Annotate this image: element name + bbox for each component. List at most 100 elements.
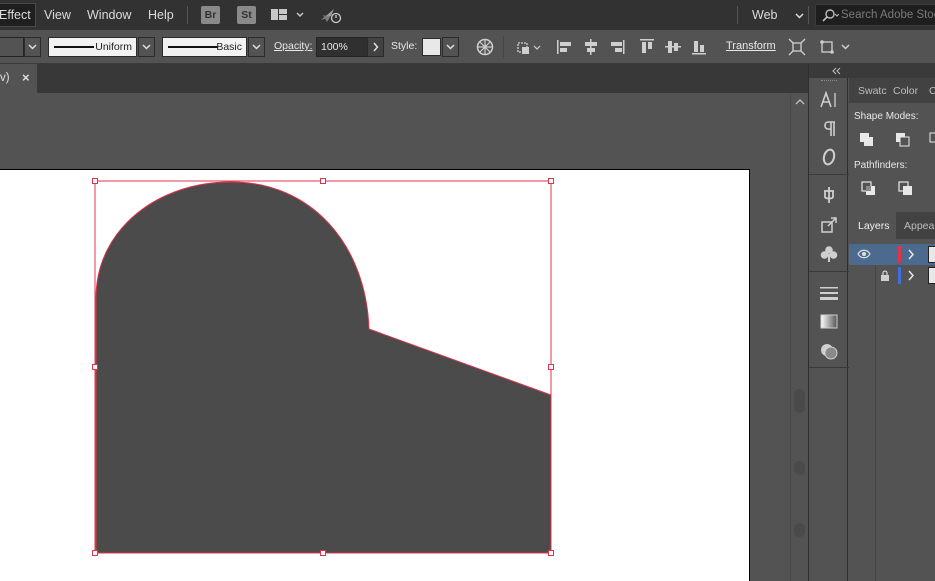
- minus-front-icon: [896, 133, 910, 147]
- dock-header[interactable]: [809, 64, 849, 78]
- trim-button[interactable]: [898, 181, 914, 197]
- transform-link[interactable]: Transform: [726, 40, 776, 52]
- unite-button[interactable]: [859, 132, 875, 148]
- paragraph-panel-button[interactable]: [819, 119, 839, 139]
- stroke-weight-dropdown[interactable]: [24, 37, 41, 57]
- tab-swatches[interactable]: Swatc: [858, 85, 887, 97]
- opacity-label[interactable]: Opacity:: [274, 40, 313, 52]
- dock-grip[interactable]: [821, 80, 837, 82]
- chevron-right-icon[interactable]: [907, 249, 915, 260]
- variable-width-profile[interactable]: Uniform: [48, 37, 137, 57]
- opentype-icon: [822, 148, 836, 166]
- layer-color-swatch: [898, 246, 901, 263]
- gpu-performance-button[interactable]: [318, 6, 344, 24]
- scrollbar-track-mark: [794, 461, 805, 475]
- layers-panel-tabs: Layers Appear: [849, 212, 935, 239]
- handle-top-center: [320, 178, 326, 184]
- pathfinder-panel-tabs: Swatc Color C: [849, 78, 935, 103]
- opentype-panel-button[interactable]: [819, 147, 839, 167]
- graphic-style-dropdown[interactable]: [442, 37, 459, 57]
- menu-bar: Effect View Window Help Br St Web Search…: [0, 0, 935, 30]
- chevron-down-icon: [795, 0, 804, 30]
- dock-separator: [809, 271, 849, 272]
- tab-appearance[interactable]: Appear: [904, 220, 935, 232]
- align-bottom-button[interactable]: [690, 38, 708, 56]
- transparency-panel-button[interactable]: [819, 341, 839, 361]
- gradient-icon: [820, 314, 838, 329]
- tab-color[interactable]: Color: [893, 85, 918, 97]
- handle-top-right: [548, 178, 554, 184]
- stroke-icon: [820, 287, 838, 300]
- menu-separator: [808, 6, 809, 24]
- chevron-right-icon[interactable]: [907, 270, 915, 281]
- document-tab-bar: v) ×: [0, 64, 808, 93]
- arrange-documents-button[interactable]: [270, 8, 306, 22]
- puppet-warp-button[interactable]: [818, 38, 852, 56]
- menu-effect[interactable]: Effect: [0, 3, 36, 27]
- align-to-button[interactable]: [514, 38, 542, 56]
- scrollbar-thumb[interactable]: [794, 389, 805, 413]
- align-top-button[interactable]: [638, 38, 656, 56]
- align-bottom-icon: [692, 41, 706, 55]
- symbols-panel-button[interactable]: [819, 244, 839, 264]
- bridge-button[interactable]: Br: [201, 6, 220, 24]
- align-horizontal-center-button[interactable]: [582, 38, 600, 56]
- stock-button[interactable]: St: [237, 6, 256, 24]
- align-left-button[interactable]: [556, 38, 574, 56]
- close-icon[interactable]: ×: [22, 70, 30, 85]
- scroll-up-icon[interactable]: [795, 98, 805, 105]
- brush-definition[interactable]: Basic: [162, 37, 247, 57]
- align-right-button[interactable]: [608, 38, 626, 56]
- menu-separator: [187, 6, 188, 24]
- opacity-stepper[interactable]: [367, 37, 384, 57]
- gradient-panel-button[interactable]: [819, 312, 839, 332]
- menu-help[interactable]: Help: [148, 0, 174, 30]
- rocket-icon: [321, 9, 342, 24]
- align-right-icon: [611, 40, 625, 54]
- opacity-field[interactable]: 100%: [316, 37, 368, 57]
- pathfinders-label: Pathfinders:: [854, 160, 908, 171]
- graphic-style-swatch[interactable]: [422, 38, 441, 56]
- lock-icon[interactable]: [880, 270, 890, 281]
- stroke-profile-preview: [54, 46, 94, 48]
- collapse-icon[interactable]: [831, 67, 841, 75]
- trim-icon: [898, 181, 912, 195]
- brush-dropdown[interactable]: [248, 37, 265, 57]
- handle-top-left: [92, 178, 98, 184]
- tab-color-guide[interactable]: C: [929, 85, 935, 97]
- character-panel-button[interactable]: [819, 90, 839, 110]
- panels-header[interactable]: [849, 64, 935, 78]
- libraries-panel-button[interactable]: [819, 185, 839, 205]
- layer-thumbnail: [928, 267, 935, 284]
- vertical-scrollbar[interactable]: [790, 93, 808, 581]
- unite-icon: [860, 133, 873, 146]
- layer-column-divider: [875, 286, 876, 581]
- stroke-weight-field[interactable]: [0, 37, 24, 57]
- menu-view[interactable]: View: [44, 0, 71, 30]
- minus-front-button[interactable]: [895, 132, 911, 148]
- scrollbar-track-mark: [794, 523, 805, 537]
- align-vertical-center-button[interactable]: [664, 38, 682, 56]
- panel-icon-dock: [808, 64, 849, 581]
- canvas-area[interactable]: [0, 93, 790, 581]
- document-tab[interactable]: v) ×: [0, 64, 37, 93]
- divide-button[interactable]: [861, 181, 877, 197]
- style-label: Style:: [391, 40, 418, 52]
- handle-bottom-left: [92, 550, 98, 556]
- handle-middle-right: [548, 364, 554, 370]
- eye-icon[interactable]: [857, 249, 871, 259]
- stroke-panel-button[interactable]: [819, 283, 839, 303]
- menu-separator: [737, 6, 738, 24]
- tab-layers[interactable]: Layers: [858, 220, 890, 232]
- selected-shape[interactable]: [95, 181, 552, 554]
- asset-export-panel-button[interactable]: [819, 215, 839, 235]
- stock-search-input[interactable]: Search Adobe Stock: [815, 4, 935, 26]
- stroke-profile-dropdown[interactable]: [138, 37, 155, 57]
- recolor-artwork-button[interactable]: [476, 38, 494, 56]
- isolate-selected-button[interactable]: [788, 38, 806, 56]
- layer-row[interactable]: [849, 244, 935, 265]
- menu-window[interactable]: Window: [87, 0, 131, 30]
- workspace-switcher[interactable]: Web: [752, 0, 804, 30]
- layer-row[interactable]: [849, 265, 935, 286]
- intersect-button[interactable]: [929, 132, 935, 148]
